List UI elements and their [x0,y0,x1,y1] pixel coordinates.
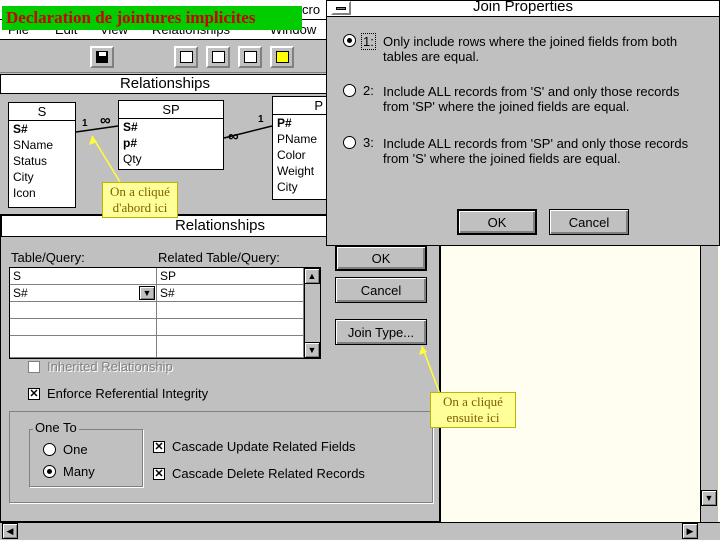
annotation-first: On a cliqué d'abord ici [102,182,178,218]
annotation-arrow-first [91,135,121,183]
annotation-second-text: On a cliqué ensuite ici [443,394,503,425]
annotation-second: On a cliqué ensuite ici [430,392,516,428]
annotation-arrows [89,135,441,395]
annotation-first-text: On a cliqué d'abord ici [110,184,170,215]
annotation-arrow-second [421,345,441,395]
